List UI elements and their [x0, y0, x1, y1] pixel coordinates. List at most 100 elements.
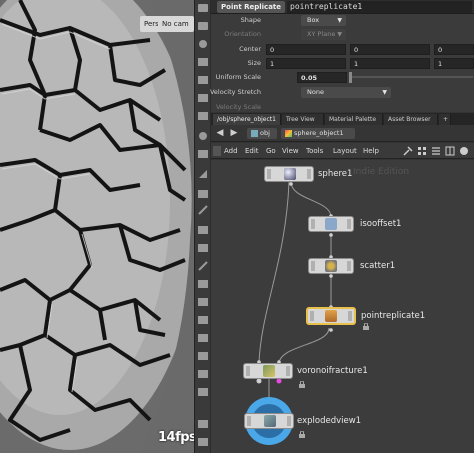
add-tab-icon[interactable]: +	[439, 114, 451, 125]
points-icon[interactable]	[198, 190, 208, 198]
right-pane: Point Replicate pointreplicate1 Shape Bo…	[210, 0, 474, 453]
tab-tree-view[interactable]: Tree View	[282, 114, 324, 125]
menu-edit[interactable]: Edit	[245, 143, 259, 159]
node-label-scatter1: scatter1	[360, 261, 396, 271]
node-bypass-flag	[267, 169, 271, 179]
flipbook-icon[interactable]	[198, 420, 208, 428]
chevron-down-icon: ▼	[337, 17, 342, 24]
node-isooffset1[interactable]	[308, 216, 354, 232]
menu-view[interactable]: View	[282, 143, 299, 159]
render-region-icon[interactable]	[198, 388, 208, 396]
shape-menu-value: Box	[307, 16, 320, 24]
menu-add[interactable]: Add	[224, 143, 238, 159]
chevron-down-icon: ▼	[382, 89, 387, 96]
center-y-field[interactable]: 0	[350, 44, 430, 55]
fractured-sphere-render	[0, 0, 194, 453]
background-icon[interactable]	[199, 132, 207, 140]
velocity-stretch-value: None	[307, 88, 324, 96]
point-numbers-icon[interactable]	[198, 244, 208, 252]
isooffset-icon	[325, 218, 337, 230]
node-display-flag	[287, 416, 291, 426]
node-bypass-flag	[246, 366, 250, 376]
node-bypass-flag	[311, 219, 315, 229]
sphere-icon	[284, 168, 296, 180]
param-row-size: Size 1 1 1	[211, 57, 474, 70]
wrench-icon[interactable]	[403, 146, 413, 156]
param-label: Velocity Stretch	[209, 88, 261, 96]
ghost-icon[interactable]	[198, 280, 208, 288]
uniform-scale-slider-track[interactable]	[349, 76, 473, 78]
menu-tools[interactable]: Tools	[306, 143, 323, 159]
wire-sphere-isooffset	[290, 181, 332, 218]
node-label-explodedview1: explodedview1	[297, 416, 362, 426]
pointreplicate-icon	[325, 310, 337, 322]
node-bypass-flag	[247, 416, 251, 426]
orientation-menu-value: XY Plane	[307, 30, 336, 38]
wireframe-icon[interactable]	[198, 112, 208, 120]
viewport-layout-icon[interactable]	[198, 352, 208, 360]
node-sphere1[interactable]	[264, 166, 314, 182]
template-icon[interactable]	[198, 298, 208, 306]
breadcrumb-obj[interactable]: obj	[247, 128, 277, 139]
param-row-shape: Shape Box ▼	[211, 14, 474, 27]
param-label: Center	[239, 45, 261, 53]
camera-icon[interactable]	[198, 4, 208, 12]
param-label: Size	[247, 59, 261, 67]
grid-view-icon[interactable]	[417, 146, 427, 156]
menu-layout[interactable]: Layout	[333, 143, 357, 159]
network-editor[interactable]: Indie Edition sphere1 isooffset1 scatter…	[211, 160, 474, 453]
tab-asset-browser[interactable]: Asset Browser	[384, 114, 438, 125]
velocity-stretch-menu[interactable]: None ▼	[301, 87, 391, 98]
footprint-icon[interactable]	[198, 316, 208, 324]
center-x-field[interactable]: 0	[266, 44, 346, 55]
back-arrow-icon[interactable]: ◀	[214, 128, 226, 139]
size-x-field[interactable]: 1	[266, 58, 346, 69]
size-y-field[interactable]: 1	[350, 58, 430, 69]
vector-icon[interactable]	[198, 261, 208, 271]
menu-go[interactable]: Go	[266, 143, 276, 159]
lock-icon[interactable]	[363, 323, 369, 330]
pane-grip-icon[interactable]	[213, 146, 221, 156]
split-view-icon[interactable]	[198, 370, 208, 378]
node-pointreplicate1[interactable]	[306, 307, 356, 325]
fps-counter: 14fps	[158, 430, 194, 445]
parameter-header: Point Replicate pointreplicate1	[211, 0, 474, 14]
node-bypass-flag	[310, 311, 314, 321]
lock-icon[interactable]	[299, 381, 305, 388]
node-scatter1[interactable]	[308, 258, 354, 274]
uniform-scale-slider-handle[interactable]	[349, 72, 352, 83]
size-z-field[interactable]: 1	[434, 58, 474, 69]
camera-menu-button[interactable]: No cam	[158, 16, 194, 32]
obj-context-icon	[251, 129, 258, 137]
grid-icon[interactable]	[198, 150, 208, 158]
scene-viewport[interactable]: Persp 14fps	[0, 0, 194, 453]
node-explodedview1[interactable]	[244, 413, 294, 429]
explodedview-icon	[264, 415, 276, 427]
layout-icon[interactable]	[445, 146, 455, 156]
selection-icon[interactable]	[198, 205, 208, 215]
breadcrumb-object[interactable]: sphere_object1	[281, 128, 355, 139]
lock-icon[interactable]	[299, 431, 305, 438]
render-icon[interactable]	[198, 438, 208, 446]
guide-icon[interactable]	[198, 334, 208, 342]
normals-icon[interactable]	[199, 170, 207, 178]
param-row-uniform-scale: Uniform Scale 0.05	[211, 71, 474, 84]
primitive-numbers-icon[interactable]	[198, 226, 208, 234]
orientation-menu[interactable]: XY Plane ▼	[301, 29, 346, 40]
network-menu-bar: Add Edit Go View Tools Layout Help	[211, 143, 474, 159]
param-label: Velocity Scale	[215, 103, 261, 111]
node-name-field[interactable]: pointreplicate1	[287, 1, 472, 13]
list-view-icon[interactable]	[431, 146, 441, 156]
menu-help[interactable]: Help	[363, 143, 379, 159]
breadcrumb-obj-label: obj	[260, 129, 270, 137]
forward-arrow-icon[interactable]: ▶	[228, 128, 240, 139]
wire-sphere-voronoi	[258, 181, 290, 364]
geometry-object-icon	[285, 129, 292, 137]
info-icon[interactable]	[459, 146, 469, 156]
uniform-scale-field[interactable]: 0.05	[297, 72, 347, 83]
center-z-field[interactable]: 0	[434, 44, 474, 55]
node-voronoifracture1[interactable]	[243, 363, 293, 379]
tab-material-palette[interactable]: Material Palette	[325, 114, 383, 125]
tab-network-path[interactable]: /obj/sphere_object1	[213, 114, 281, 125]
shape-menu[interactable]: Box ▼	[301, 15, 346, 26]
